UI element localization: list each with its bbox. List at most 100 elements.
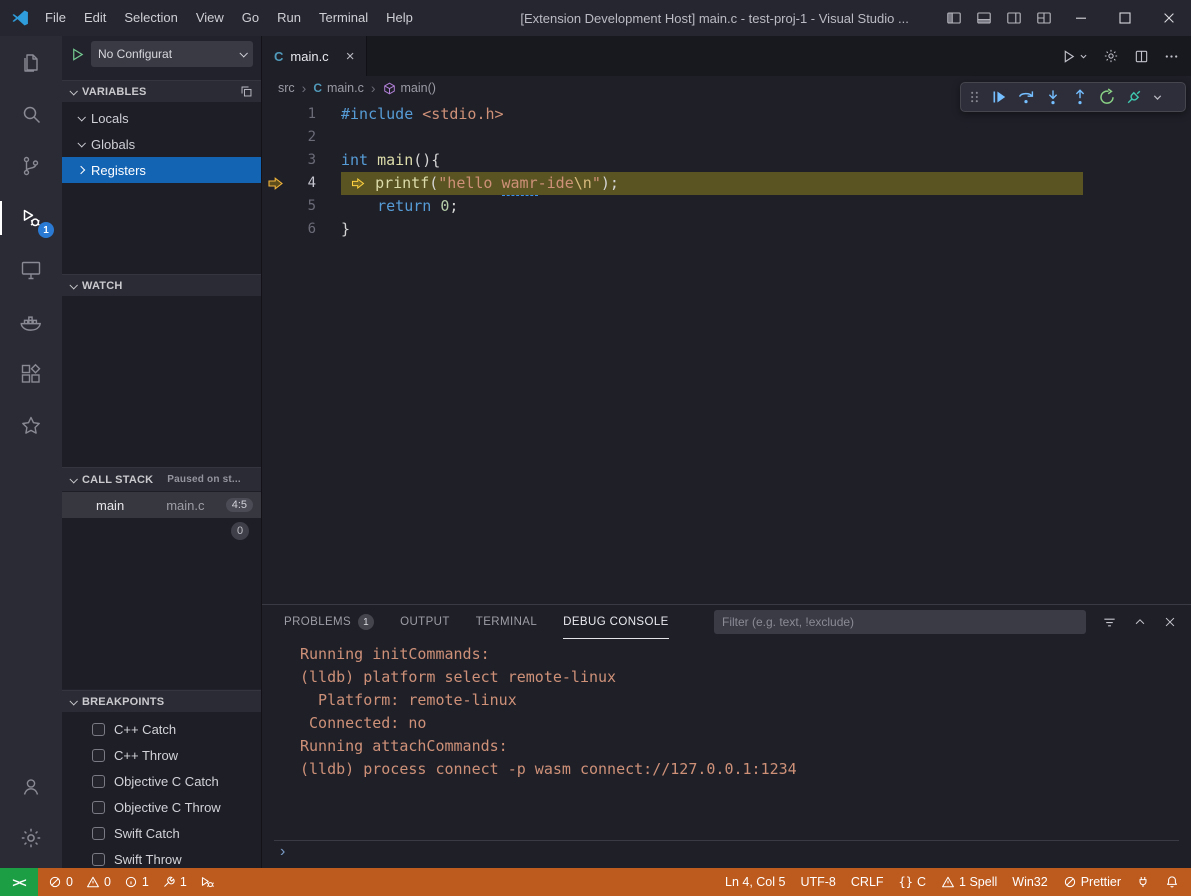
checkbox[interactable] — [92, 775, 105, 788]
activity-star-icon[interactable] — [0, 400, 62, 452]
close-panel-icon[interactable] — [1163, 615, 1177, 629]
more-actions-icon[interactable] — [1164, 49, 1179, 64]
maximize-panel-icon[interactable] — [1133, 615, 1147, 629]
variables-row-registers[interactable]: Registers — [62, 157, 261, 183]
code-line-4[interactable]: 4 printf("hello wamr-ide\n"); — [262, 172, 1177, 195]
activity-settings-icon[interactable] — [0, 812, 62, 864]
panel-tab-debug-console[interactable]: DEBUG CONSOLE — [563, 605, 669, 639]
customize-layout-icon[interactable] — [1029, 0, 1059, 36]
checkbox[interactable] — [92, 749, 105, 762]
breakpoint-c-catch[interactable]: C++ Catch — [62, 716, 261, 742]
toggle-sidebar-icon[interactable] — [939, 0, 969, 36]
status-debug-target[interactable] — [200, 875, 214, 889]
panel-tab-terminal[interactable]: TERMINAL — [476, 606, 537, 639]
menu-edit[interactable]: Edit — [75, 0, 115, 36]
checkbox[interactable] — [92, 853, 105, 866]
code-line-2[interactable]: 2 — [262, 126, 1177, 149]
breakpoint-c-throw[interactable]: C++ Throw — [62, 742, 261, 768]
menu-selection[interactable]: Selection — [115, 0, 186, 36]
status-notifications[interactable] — [1165, 875, 1179, 889]
menu-file[interactable]: File — [36, 0, 75, 36]
activity-source-control-icon[interactable] — [0, 140, 62, 192]
continue-icon[interactable] — [990, 88, 1008, 106]
step-over-icon[interactable] — [1017, 88, 1035, 106]
maximize-button[interactable] — [1103, 0, 1147, 36]
tab-main-c[interactable]: C main.c × — [262, 36, 367, 76]
run-file-button[interactable] — [1062, 49, 1088, 64]
status-warnings[interactable]: 0 — [86, 875, 111, 889]
variables-row-locals[interactable]: Locals — [62, 105, 261, 131]
callstack-section-header[interactable]: CALL STACK Paused on st... — [62, 467, 261, 491]
gear-icon[interactable] — [1103, 48, 1119, 64]
breakpoint-objective-c-throw[interactable]: Objective C Throw — [62, 794, 261, 820]
drag-icon[interactable] — [968, 89, 981, 105]
c-file-icon: C — [274, 49, 283, 64]
split-editor-icon[interactable] — [1134, 49, 1149, 64]
debug-console-output[interactable]: Running initCommands:(lldb) platform sel… — [300, 643, 1171, 781]
debug-config-dropdown[interactable]: No Configurat — [91, 41, 253, 67]
variables-section-header[interactable]: VARIABLES — [62, 80, 261, 102]
status-spell-checker[interactable]: 1 Spell — [941, 875, 997, 889]
console-filter-input[interactable] — [714, 610, 1086, 634]
status-encoding[interactable]: UTF-8 — [800, 875, 835, 889]
breakpoint-objective-c-catch[interactable]: Objective C Catch — [62, 768, 261, 794]
remote-indicator[interactable]: >< — [0, 868, 38, 896]
chevron-down-icon[interactable] — [1152, 92, 1163, 103]
menu-go[interactable]: Go — [233, 0, 268, 36]
code-line-3[interactable]: 3int main(){ — [262, 149, 1177, 172]
activity-extensions-icon[interactable] — [0, 348, 62, 400]
status-platform[interactable]: Win32 — [1012, 875, 1047, 889]
status-language-mode[interactable]: {}C — [899, 875, 926, 889]
panel-tab-problems[interactable]: PROBLEMS1 — [284, 606, 374, 639]
step-out-icon[interactable] — [1071, 88, 1089, 106]
breakpoint-arrow-icon[interactable] — [262, 172, 288, 195]
debug-console-input[interactable]: › — [274, 840, 1179, 863]
checkbox[interactable] — [92, 723, 105, 736]
step-into-icon[interactable] — [1044, 88, 1062, 106]
activity-accounts-icon[interactable] — [0, 760, 62, 812]
menu-help[interactable]: Help — [377, 0, 422, 36]
disconnect-icon[interactable] — [1125, 88, 1143, 106]
breakpoints-section-header[interactable]: BREAKPOINTS — [62, 690, 261, 712]
status-ports[interactable] — [1136, 875, 1150, 889]
status-eol[interactable]: CRLF — [851, 875, 884, 889]
tab-close-icon[interactable]: × — [346, 48, 355, 65]
code-area[interactable]: 1#include <stdio.h>23int main(){4 printf… — [262, 100, 1177, 604]
status-toolchain[interactable]: 1 — [162, 875, 187, 889]
filter-lines-icon[interactable] — [1102, 615, 1117, 630]
toggle-panel-icon[interactable] — [969, 0, 999, 36]
activity-explorer-icon[interactable] — [0, 36, 62, 88]
watch-section-header[interactable]: WATCH — [62, 274, 261, 296]
restart-icon[interactable] — [1098, 88, 1116, 106]
activity-docker-icon[interactable] — [0, 296, 62, 348]
breadcrumb-src[interactable]: src — [278, 81, 295, 95]
menu-run[interactable]: Run — [268, 0, 310, 36]
activity-search-icon[interactable] — [0, 88, 62, 140]
variables-row-globals[interactable]: Globals — [62, 131, 261, 157]
activity-remote-explorer-icon[interactable] — [0, 244, 62, 296]
checkbox[interactable] — [92, 801, 105, 814]
callstack-frame[interactable]: mainmain.c4:5 — [62, 492, 261, 518]
status-cursor-position[interactable]: Ln 4, Col 5 — [725, 875, 785, 889]
menu-terminal[interactable]: Terminal — [310, 0, 377, 36]
minimize-button[interactable] — [1059, 0, 1103, 36]
code-line-5[interactable]: 5 return 0; — [262, 195, 1177, 218]
activity-run-and-debug-icon[interactable]: 1 — [0, 192, 62, 244]
start-debugging-icon[interactable] — [70, 47, 85, 62]
status-infos[interactable]: 1 — [124, 875, 149, 889]
close-button[interactable] — [1147, 0, 1191, 36]
checkbox[interactable] — [92, 827, 105, 840]
status-prettier[interactable]: Prettier — [1063, 875, 1121, 889]
sidebar-run-and-debug: No Configurat VARIABLES LocalsGlobalsReg… — [62, 36, 262, 868]
breadcrumb-main-c[interactable]: Cmain.c — [313, 81, 364, 95]
toggle-secondary-sidebar-icon[interactable] — [999, 0, 1029, 36]
copy-icon[interactable] — [240, 85, 253, 98]
panel-tab-output[interactable]: OUTPUT — [400, 606, 450, 639]
frame-position-badge: 4:5 — [226, 498, 253, 512]
breakpoint-swift-catch[interactable]: Swift Catch — [62, 820, 261, 846]
breadcrumb-main[interactable]: main() — [383, 81, 436, 95]
code-line-6[interactable]: 6} — [262, 218, 1177, 241]
glyph-margin — [262, 126, 288, 149]
status-errors[interactable]: 0 — [48, 875, 73, 889]
menu-view[interactable]: View — [187, 0, 233, 36]
